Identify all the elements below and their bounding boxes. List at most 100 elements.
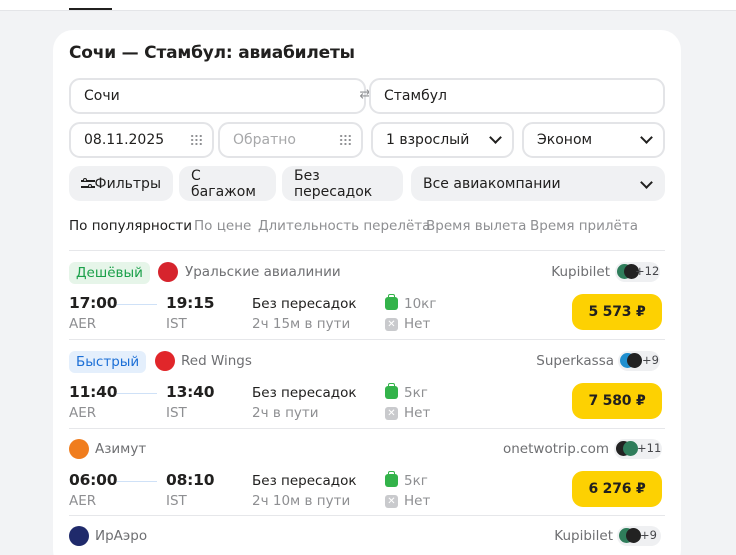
date-there-value: 08.11.2025 xyxy=(84,132,165,148)
ural-airlines-logo-icon xyxy=(158,262,178,282)
flight-result[interactable]: Быстрый Red Wings Superkassa +9 11:40 13… xyxy=(53,340,681,428)
flight-duration: 2ч в пути xyxy=(252,405,319,421)
suitcase-icon xyxy=(385,383,398,399)
departure-time: 11:40 xyxy=(69,383,118,401)
arrival-time: 08:10 xyxy=(166,471,215,489)
airline-name: Red Wings xyxy=(181,353,252,369)
stops-info: Без пересадок xyxy=(252,385,357,401)
from-city-input[interactable]: Сочи xyxy=(69,78,366,114)
no-suitcase-icon: ✕ xyxy=(385,495,398,508)
agent-logo-icon xyxy=(623,441,638,456)
active-tab-indicator xyxy=(69,8,112,10)
route-line xyxy=(117,481,157,482)
arrival-time: 13:40 xyxy=(166,383,215,401)
departure-time: 17:00 xyxy=(69,294,118,312)
more-offers-count: +11 xyxy=(637,441,662,455)
date-back-placeholder: Обратно xyxy=(233,132,296,148)
arrival-time: 19:15 xyxy=(166,294,215,312)
suitcase-icon xyxy=(385,294,398,310)
direct-flights-label: Без пересадок xyxy=(294,167,373,200)
flight-duration: 2ч 15м в пути xyxy=(252,316,351,332)
agent-logo-icon xyxy=(627,353,642,368)
passengers-select[interactable]: 1 взрослый xyxy=(371,122,514,158)
sort-duration[interactable]: Длительность перелёта xyxy=(258,218,430,234)
more-offers-badge[interactable]: +12 xyxy=(615,262,660,282)
no-baggage-label: Нет xyxy=(404,493,431,509)
more-offers-badge[interactable]: +9 xyxy=(618,351,660,371)
departure-airport: AER xyxy=(69,316,97,332)
airlines-select[interactable]: Все авиакомпании xyxy=(411,166,665,201)
suitcase-icon xyxy=(385,471,398,487)
airline-name: Уральские авиалинии xyxy=(185,264,341,280)
airline-name: Азимут xyxy=(95,441,147,457)
airline-name: ИрАэро xyxy=(95,528,148,544)
baggage-allowance: 5кг xyxy=(404,473,428,489)
no-baggage-label: Нет xyxy=(404,316,431,332)
flight-result[interactable]: Дешёвый Уральские авиалинии Kupibilet +1… xyxy=(53,251,681,339)
more-offers-badge[interactable]: +11 xyxy=(614,439,662,459)
iraero-logo-icon xyxy=(69,526,89,546)
departure-airport: AER xyxy=(69,493,97,509)
page-title: Сочи — Стамбул: авиабилеты xyxy=(69,43,355,63)
price-button[interactable]: 5 573 ₽ xyxy=(572,294,662,330)
price-button[interactable]: 6 276 ₽ xyxy=(572,471,662,507)
no-suitcase-icon: ✕ xyxy=(385,318,398,331)
date-back-input[interactable]: Обратно xyxy=(218,122,363,158)
flight-result[interactable]: Азимут onetwotrip.com +11 06:00 08:10 AE… xyxy=(53,428,681,516)
cabin-class-select[interactable]: Эконом xyxy=(522,122,665,158)
baggage-filter-chip[interactable]: С багажом xyxy=(179,166,276,201)
route-line xyxy=(117,393,157,394)
calendar-icon xyxy=(339,134,352,146)
sort-price[interactable]: По цене xyxy=(194,218,251,234)
stops-info: Без пересадок xyxy=(252,296,357,312)
flight-result[interactable]: ИрАэро Kupibilet +9 xyxy=(53,515,681,555)
chevron-down-icon xyxy=(640,176,653,189)
baggage-filter-label: С багажом xyxy=(191,167,256,200)
to-city-input[interactable]: Стамбул xyxy=(369,78,665,114)
agent-name[interactable]: Superkassa xyxy=(536,353,614,369)
baggage-allowance: 10кг xyxy=(404,296,437,312)
price-button[interactable]: 7 580 ₽ xyxy=(572,383,662,419)
to-city-value: Стамбул xyxy=(384,88,447,104)
sort-arrival-time[interactable]: Время прилёта xyxy=(530,218,638,234)
baggage-allowance: 5кг xyxy=(404,385,428,401)
route-line xyxy=(117,304,157,305)
more-offers-count: +12 xyxy=(635,264,660,278)
sort-popularity[interactable]: По популярности xyxy=(69,218,192,234)
departure-airport: AER xyxy=(69,405,97,421)
sort-departure-time[interactable]: Время вылета xyxy=(426,218,526,234)
no-baggage-label: Нет xyxy=(404,405,431,421)
more-offers-badge[interactable]: +9 xyxy=(617,526,661,546)
arrival-airport: IST xyxy=(166,405,187,421)
sliders-icon xyxy=(81,177,95,190)
airlines-label: Все авиакомпании xyxy=(423,175,561,192)
more-offers-count: +9 xyxy=(642,353,659,367)
red-wings-logo-icon xyxy=(155,351,175,371)
search-card: Сочи — Стамбул: авиабилеты Сочи ⇄ Стамбу… xyxy=(53,30,681,555)
filters-button[interactable]: Фильтры xyxy=(69,166,173,201)
no-suitcase-icon: ✕ xyxy=(385,407,398,420)
more-offers-count: +9 xyxy=(640,528,657,542)
fastest-badge: Быстрый xyxy=(69,351,147,373)
top-navigation-bar xyxy=(0,0,736,11)
chevron-down-icon xyxy=(640,131,653,144)
arrival-airport: IST xyxy=(166,316,187,332)
azimut-logo-icon xyxy=(69,439,89,459)
agent-name[interactable]: Kupibilet xyxy=(554,528,613,544)
stops-info: Без пересадок xyxy=(252,473,357,489)
direct-flights-chip[interactable]: Без пересадок xyxy=(282,166,403,201)
arrival-airport: IST xyxy=(166,493,187,509)
agent-name[interactable]: onetwotrip.com xyxy=(503,441,609,457)
cabin-class-value: Эконом xyxy=(537,132,593,148)
departure-time: 06:00 xyxy=(69,471,118,489)
flight-duration: 2ч 10м в пути xyxy=(252,493,351,509)
passengers-value: 1 взрослый xyxy=(386,132,470,148)
from-city-value: Сочи xyxy=(84,88,120,104)
date-there-input[interactable]: 08.11.2025 xyxy=(69,122,214,158)
agent-logo-icon xyxy=(626,528,641,543)
calendar-icon xyxy=(190,134,203,146)
chevron-down-icon xyxy=(489,131,502,144)
agent-name[interactable]: Kupibilet xyxy=(551,264,610,280)
cheapest-badge: Дешёвый xyxy=(69,262,150,284)
filters-label: Фильтры xyxy=(94,175,161,192)
